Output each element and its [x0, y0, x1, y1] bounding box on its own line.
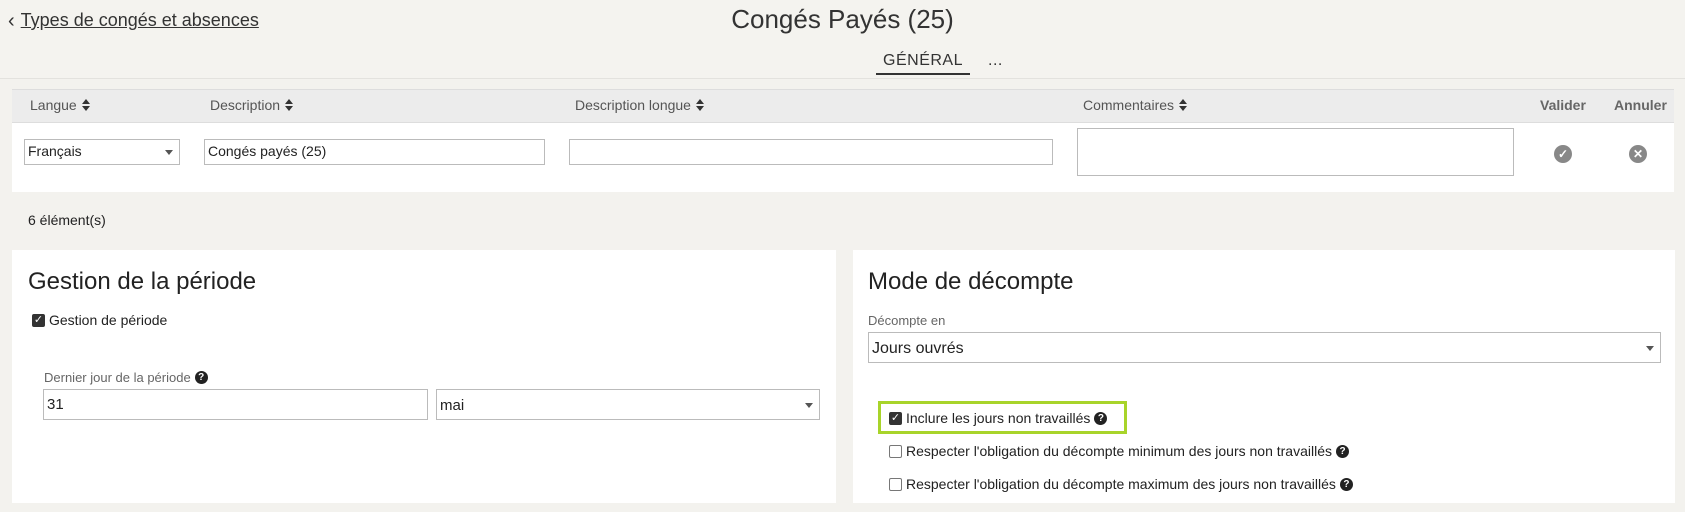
- tab-general[interactable]: GÉNÉRAL: [876, 52, 970, 75]
- periode-title: Gestion de la période: [28, 268, 257, 295]
- column-header-description-longue[interactable]: Description longue: [575, 97, 704, 113]
- mois-select[interactable]: mai: [436, 389, 820, 420]
- sort-icon: [81, 99, 90, 111]
- option-row[interactable]: Respecter l'obligation du décompte minim…: [889, 443, 1349, 459]
- sort-icon: [1179, 99, 1188, 111]
- element-count: 6 élément(s): [28, 212, 106, 228]
- langue-select[interactable]: Français: [24, 139, 180, 165]
- chevron-down-icon: [165, 150, 173, 155]
- dernier-jour-label: Dernier jour de la période ?: [44, 370, 208, 385]
- jour-input[interactable]: 31: [43, 389, 428, 420]
- help-icon[interactable]: ?: [194, 371, 208, 384]
- tab-more[interactable]: ...: [988, 52, 1003, 70]
- chevron-down-icon: [805, 402, 813, 408]
- page-title: Congés Payés (25): [731, 4, 954, 34]
- column-header-annuler: Annuler: [1614, 97, 1667, 113]
- column-header-valider: Valider: [1540, 97, 1586, 113]
- option-checkbox[interactable]: [889, 444, 902, 458]
- option-checkbox[interactable]: ✓: [889, 411, 902, 425]
- close-icon[interactable]: ✕: [1629, 145, 1647, 163]
- option-checkbox[interactable]: [889, 477, 902, 491]
- commentaires-textarea[interactable]: [1077, 128, 1514, 176]
- gestion-periode-checkbox-row[interactable]: ✓ Gestion de période: [32, 312, 167, 328]
- decompte-title: Mode de décompte: [868, 268, 1074, 295]
- column-header-commentaires[interactable]: Commentaires: [1083, 97, 1188, 113]
- help-icon[interactable]: ?: [1336, 444, 1349, 458]
- help-icon[interactable]: ?: [1094, 411, 1108, 425]
- option-row[interactable]: Respecter l'obligation du décompte maxim…: [889, 476, 1353, 492]
- sort-icon: [695, 99, 704, 111]
- option-row[interactable]: ✓ Inclure les jours non travaillés ?: [889, 410, 1108, 426]
- sort-icon: [285, 99, 294, 111]
- description-input[interactable]: Congés payés (25): [204, 139, 545, 165]
- help-icon[interactable]: ?: [1339, 477, 1353, 491]
- description-longue-input[interactable]: [569, 139, 1053, 165]
- chevron-down-icon: [1646, 345, 1654, 351]
- decompte-en-select[interactable]: Jours ouvrés: [868, 332, 1661, 363]
- validate-icon[interactable]: ✓: [1554, 145, 1572, 163]
- decompte-en-label: Décompte en: [868, 313, 946, 328]
- gestion-periode-checkbox[interactable]: ✓: [32, 313, 45, 327]
- column-header-description[interactable]: Description: [210, 97, 294, 113]
- column-header-langue[interactable]: Langue: [30, 97, 90, 113]
